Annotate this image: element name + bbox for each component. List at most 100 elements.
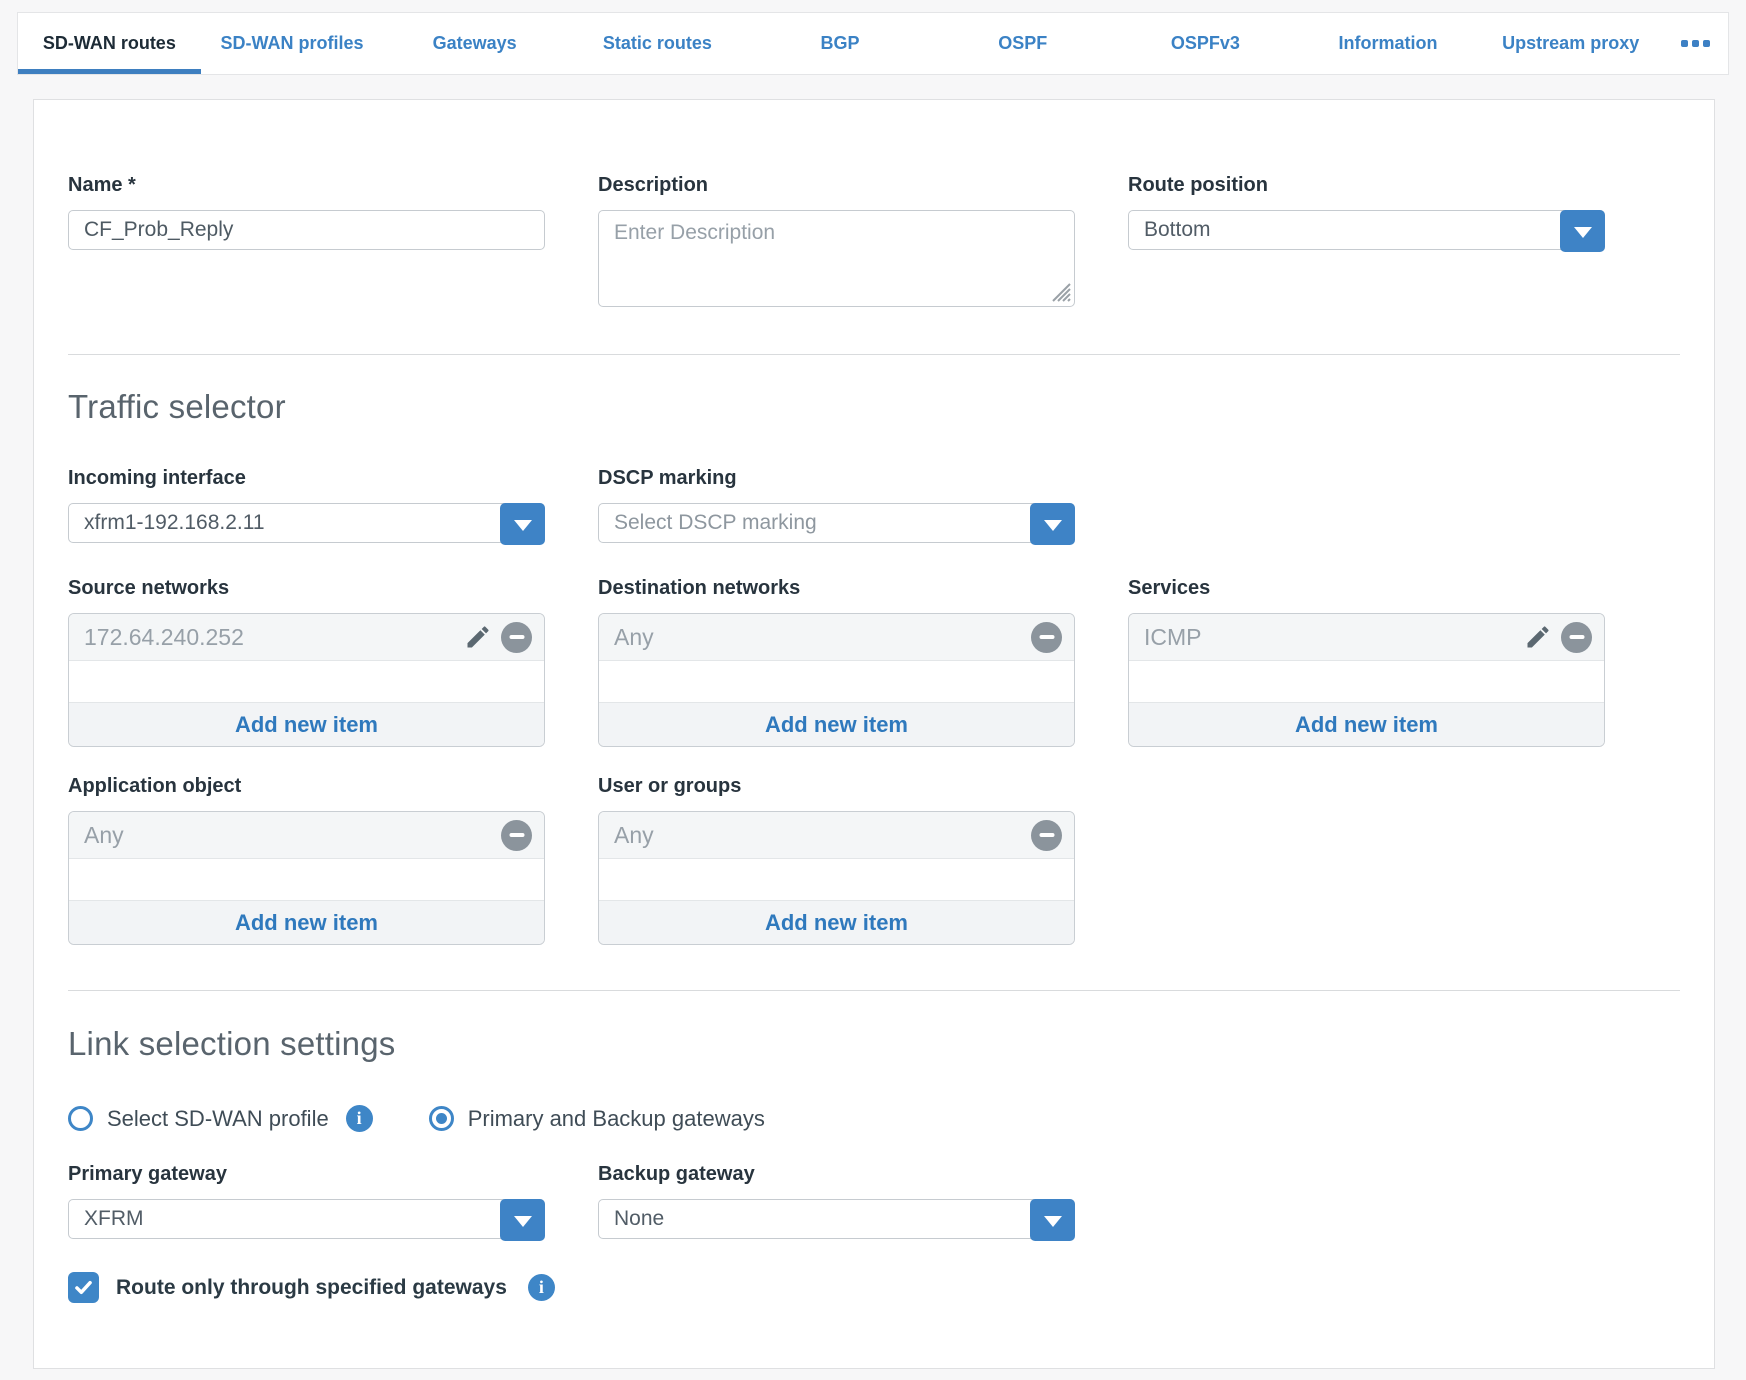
list-item: ICMP (1129, 614, 1604, 661)
chevron-down-icon[interactable] (500, 1199, 545, 1241)
tab-information[interactable]: Information (1297, 13, 1480, 74)
backup-gateway-value: None (614, 1207, 664, 1231)
route-only-row: Route only through specified gateways i (68, 1272, 1680, 1303)
list-item: Any (69, 812, 544, 859)
radio-primary-backup-gateways[interactable]: Primary and Backup gateways (429, 1106, 765, 1132)
route-position-value: Bottom (1144, 218, 1211, 242)
route-only-checkbox[interactable] (68, 1272, 99, 1303)
services-list: ICMP Add new item (1128, 613, 1605, 747)
tab-bgp[interactable]: BGP (749, 13, 932, 74)
radio-label: Select SD-WAN profile (107, 1106, 329, 1132)
name-label: Name * (68, 174, 545, 197)
primary-gateway-value: XFRM (84, 1207, 144, 1231)
info-icon[interactable]: i (346, 1105, 373, 1132)
traffic-selector-title: Traffic selector (68, 388, 1680, 426)
dscp-marking-field-group: DSCP marking Select DSCP marking (598, 467, 1075, 543)
radio-label: Primary and Backup gateways (468, 1106, 765, 1132)
link-selection-options: Select SD-WAN profile i Primary and Back… (68, 1105, 1680, 1132)
primary-gateway-field-group: Primary gateway XFRM (68, 1163, 545, 1239)
general-fields-row: Name * Description Route position (68, 174, 1680, 307)
chevron-down-icon[interactable] (1560, 210, 1605, 252)
remove-icon[interactable] (1561, 622, 1592, 653)
section-divider (68, 990, 1680, 991)
tab-ospfv3[interactable]: OSPFv3 (1114, 13, 1297, 74)
description-label: Description (598, 174, 1075, 197)
user-or-groups-list: Any Add new item (598, 811, 1075, 945)
list-empty-area (1129, 661, 1604, 702)
route-only-label: Route only through specified gateways (116, 1276, 507, 1300)
chevron-down-icon[interactable] (500, 503, 545, 545)
source-networks-label: Source networks (68, 577, 545, 600)
tab-ospf[interactable]: OSPF (931, 13, 1114, 74)
edit-icon[interactable] (1524, 623, 1552, 651)
add-new-item-button[interactable]: Add new item (599, 702, 1074, 746)
user-or-groups-field-group: User or groups Any Add new item (598, 775, 1075, 945)
backup-gateway-field-group: Backup gateway None (598, 1163, 1075, 1239)
list-item-text: ICMP (1144, 624, 1202, 651)
list-item-text: 172.64.240.252 (84, 624, 244, 651)
incoming-interface-value: xfrm1-192.168.2.11 (84, 511, 265, 535)
more-tabs-button[interactable] (1662, 13, 1728, 74)
description-field-group: Description (598, 174, 1075, 307)
tab-sd-wan-profiles[interactable]: SD-WAN profiles (201, 13, 384, 74)
application-row: Application object Any Add new item User… (68, 775, 1680, 945)
destination-networks-label: Destination networks (598, 577, 1075, 600)
destination-networks-field-group: Destination networks Any Add new item (598, 577, 1075, 747)
list-empty-area (69, 859, 544, 900)
radio-select-sdwan-profile[interactable]: Select SD-WAN profile i (68, 1105, 373, 1132)
tab-static-routes[interactable]: Static routes (566, 13, 749, 74)
info-icon[interactable]: i (528, 1274, 555, 1301)
tab-sd-wan-routes[interactable]: SD-WAN routes (18, 13, 201, 74)
add-new-item-button[interactable]: Add new item (69, 900, 544, 944)
remove-icon[interactable] (501, 622, 532, 653)
application-object-field-group: Application object Any Add new item (68, 775, 545, 945)
list-empty-area (69, 661, 544, 702)
networks-row: Source networks 172.64.240.252 Add new i… (68, 577, 1680, 747)
radio-icon (68, 1106, 93, 1131)
incoming-interface-label: Incoming interface (68, 467, 545, 490)
dscp-marking-placeholder: Select DSCP marking (614, 511, 817, 535)
list-item: Any (599, 812, 1074, 859)
primary-gateway-label: Primary gateway (68, 1163, 545, 1186)
application-object-list: Any Add new item (68, 811, 545, 945)
incoming-interface-field-group: Incoming interface xfrm1-192.168.2.11 (68, 467, 545, 543)
tab-bar: SD-WAN routes SD-WAN profiles Gateways S… (17, 12, 1729, 75)
list-item: Any (599, 614, 1074, 661)
sd-wan-route-form: Name * Description Route position (33, 99, 1715, 1369)
list-item-text: Any (614, 822, 654, 849)
link-selection-title: Link selection settings (68, 1025, 1680, 1063)
chevron-down-icon[interactable] (1030, 503, 1075, 545)
list-empty-area (599, 661, 1074, 702)
incoming-interface-select[interactable]: xfrm1-192.168.2.11 (68, 503, 545, 543)
primary-gateway-select[interactable]: XFRM (68, 1199, 545, 1239)
remove-icon[interactable] (1031, 622, 1062, 653)
add-new-item-button[interactable]: Add new item (599, 900, 1074, 944)
add-new-item-button[interactable]: Add new item (69, 702, 544, 746)
list-item-text: Any (84, 822, 124, 849)
name-input[interactable] (68, 210, 545, 250)
dscp-marking-select[interactable]: Select DSCP marking (598, 503, 1075, 543)
edit-icon[interactable] (464, 623, 492, 651)
services-label: Services (1128, 577, 1605, 600)
user-or-groups-label: User or groups (598, 775, 1075, 798)
tab-gateways[interactable]: Gateways (383, 13, 566, 74)
route-position-select[interactable]: Bottom (1128, 210, 1605, 250)
tab-upstream-proxy[interactable]: Upstream proxy (1479, 13, 1662, 74)
name-field-group: Name * (68, 174, 545, 250)
radio-icon (429, 1106, 454, 1131)
chevron-down-icon[interactable] (1030, 1199, 1075, 1241)
services-field-group: Services ICMP Add new item (1128, 577, 1605, 747)
destination-networks-list: Any Add new item (598, 613, 1075, 747)
source-networks-field-group: Source networks 172.64.240.252 Add new i… (68, 577, 545, 747)
application-object-label: Application object (68, 775, 545, 798)
description-textarea[interactable] (598, 210, 1075, 307)
interface-row: Incoming interface xfrm1-192.168.2.11 DS… (68, 467, 1680, 543)
list-empty-area (599, 859, 1074, 900)
add-new-item-button[interactable]: Add new item (1129, 702, 1604, 746)
list-item: 172.64.240.252 (69, 614, 544, 661)
remove-icon[interactable] (1031, 820, 1062, 851)
remove-icon[interactable] (501, 820, 532, 851)
backup-gateway-select[interactable]: None (598, 1199, 1075, 1239)
ellipsis-icon (1681, 40, 1710, 47)
source-networks-list: 172.64.240.252 Add new item (68, 613, 545, 747)
